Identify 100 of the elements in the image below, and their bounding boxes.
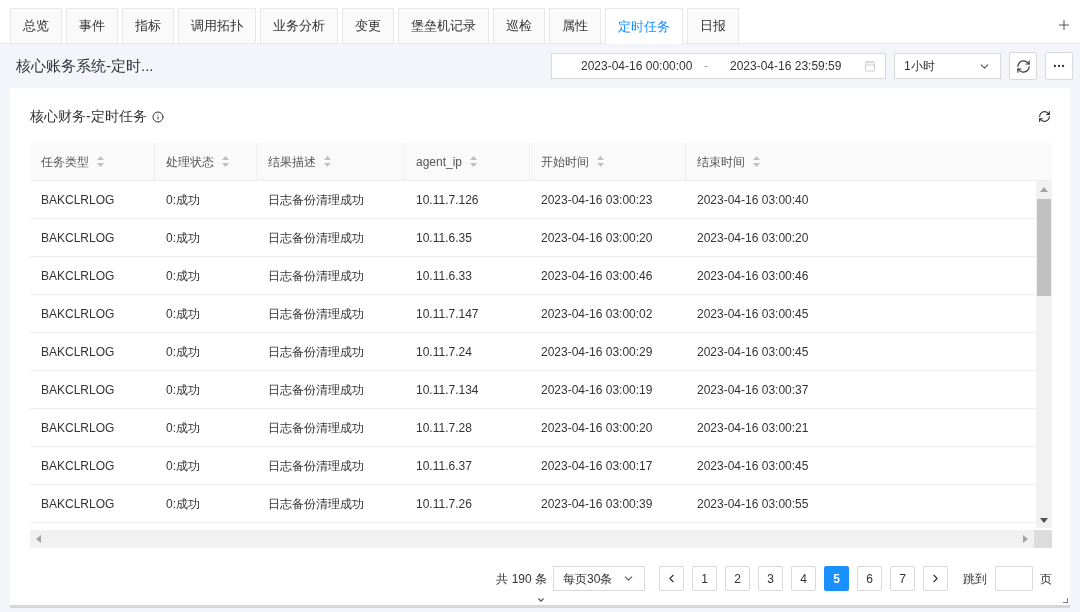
date-range-field[interactable]: 2023-04-16 00:00:00 - 2023-04-16 23:59:59	[551, 53, 886, 79]
table-cell-text: 10.11.7.147	[416, 305, 479, 323]
vertical-scrollbar[interactable]	[1036, 181, 1052, 528]
column-header: 开始时间	[541, 153, 589, 171]
table-cell-text: 日志备份清理成功	[268, 191, 364, 209]
column-header: 处理状态	[166, 153, 214, 171]
tab[interactable]: 属性	[549, 8, 601, 43]
tab[interactable]: 调用拓扑	[178, 8, 256, 43]
table-cell-text: BAKCLRLOG	[41, 191, 115, 209]
table-cell-text: 日志备份清理成功	[268, 305, 364, 323]
refresh-button[interactable]	[1009, 52, 1037, 80]
table-cell-text: 2023-04-16 03:00:37	[697, 381, 809, 399]
tab[interactable]: 堡垒机记录	[398, 8, 489, 43]
sort-icon[interactable]	[222, 156, 229, 167]
refresh-icon[interactable]	[1038, 110, 1051, 123]
tab[interactable]: 巡检	[493, 8, 545, 43]
page-button[interactable]: 3	[758, 566, 783, 591]
table-cell-text: 日志备份清理成功	[268, 229, 364, 247]
table-cell-text: 2023-04-16 03:00:39	[541, 495, 653, 513]
table-cell-text: 0:成功	[166, 343, 200, 361]
add-icon[interactable]	[1056, 17, 1072, 33]
table-cell-text: BAKCLRLOG	[41, 381, 115, 399]
page-button[interactable]: 7	[890, 566, 915, 591]
tab[interactable]: 变更	[342, 8, 394, 43]
table-cell-text: 0:成功	[166, 457, 200, 475]
table-cell-text: 2023-04-16 03:00:55	[697, 495, 809, 513]
calendar-icon[interactable]	[864, 60, 876, 72]
table-cell-text: 2023-04-16 03:00:45	[697, 457, 809, 475]
scroll-down-icon[interactable]	[1040, 518, 1048, 523]
table-cell-text: 10.11.6.33	[416, 267, 472, 285]
more-button[interactable]	[1045, 52, 1073, 80]
table-cell-text: 2023-04-16 03:00:17	[541, 457, 653, 475]
table-cell-text: 日志备份清理成功	[268, 495, 364, 513]
table-cell-text: BAKCLRLOG	[41, 267, 115, 285]
scroll-right-icon[interactable]	[1023, 535, 1028, 543]
panel-title: 核心财务-定时任务	[30, 107, 147, 126]
table-cell-text: 0:成功	[166, 381, 200, 399]
table-cell-text: 2023-04-16 03:00:46	[697, 267, 809, 285]
table-cell-text: BAKCLRLOG	[41, 419, 115, 437]
sort-icon[interactable]	[324, 156, 331, 167]
page-button[interactable]: 4	[791, 566, 816, 591]
resize-corner-icon[interactable]	[1063, 598, 1068, 603]
tab[interactable]: 业务分析	[260, 8, 338, 43]
table-cell-text: BAKCLRLOG	[41, 495, 115, 513]
scrollbar-corner	[1034, 530, 1052, 548]
table-cell-text: 日志备份清理成功	[268, 457, 364, 475]
table-cell-text: 0:成功	[166, 495, 200, 513]
table-cell-text: 2023-04-16 03:00:19	[541, 381, 653, 399]
tab[interactable]: 总览	[10, 8, 62, 43]
next-page-button[interactable]	[923, 566, 948, 591]
tab[interactable]: 指标	[122, 8, 174, 43]
page-button[interactable]: 1	[692, 566, 717, 591]
table-cell-text: 0:成功	[166, 267, 200, 285]
tab[interactable]: 日报	[687, 8, 739, 43]
sort-icon[interactable]	[597, 156, 604, 167]
column-header: 结束时间	[697, 153, 745, 171]
end-date: 2023-04-16 23:59:59	[730, 58, 842, 75]
table-cell-text: 日志备份清理成功	[268, 267, 364, 285]
page-button[interactable]: 2	[725, 566, 750, 591]
table-cell-text: BAKCLRLOG	[41, 343, 115, 361]
table-cell-text: 10.11.6.37	[416, 457, 472, 475]
table-cell-text: 10.11.7.126	[416, 191, 479, 209]
table-cell-text: 2023-04-16 03:00:02	[541, 305, 653, 323]
scrollbar-thumb[interactable]	[1037, 199, 1051, 296]
table-cell-text: 2023-04-16 03:00:45	[697, 343, 809, 361]
table-cell-text: 2023-04-16 03:00:45	[697, 305, 809, 323]
table-cell-text: 2023-04-16 03:00:20	[541, 419, 653, 437]
column-header: agent_ip	[416, 153, 463, 171]
table-cell-text: 日志备份清理成功	[268, 343, 364, 361]
table-cell-text: 0:成功	[166, 305, 200, 323]
tab[interactable]: 事件	[66, 8, 118, 43]
scroll-left-icon[interactable]	[36, 535, 41, 543]
table-cell-text: 日志备份清理成功	[268, 381, 364, 399]
previous-page-button[interactable]	[659, 566, 684, 591]
table-cell-text: 10.11.7.24	[416, 343, 472, 361]
page-size-select[interactable]: 每页30条	[553, 566, 645, 591]
column-header: 结果描述	[268, 153, 316, 171]
jump-label: 跳到	[963, 570, 987, 588]
collapse-chevron-icon[interactable]	[538, 598, 544, 602]
sort-icon[interactable]	[470, 156, 478, 167]
sort-icon[interactable]	[753, 156, 760, 167]
table-cell-text: 2023-04-16 03:00:20	[541, 229, 653, 247]
table-cell-text: 10.11.7.26	[416, 495, 472, 513]
page-unit-label: 页	[1040, 570, 1052, 588]
table-cell-text: 10.11.7.134	[416, 381, 479, 399]
scroll-up-icon[interactable]	[1040, 187, 1048, 192]
column-header: 任务类型	[41, 153, 89, 171]
table-cell-text: BAKCLRLOG	[41, 305, 115, 323]
page-button[interactable]: 6	[857, 566, 882, 591]
page-input-field[interactable]	[995, 566, 1033, 591]
refresh-icon	[1015, 58, 1031, 74]
table-cell-text: BAKCLRLOG	[41, 229, 115, 247]
interval-select[interactable]: 1小时	[894, 53, 1001, 79]
table-cell-text: 0:成功	[166, 229, 200, 247]
sort-icon[interactable]	[97, 156, 104, 167]
horizontal-scrollbar[interactable]	[30, 530, 1034, 548]
table-cell-text: 10.11.6.35	[416, 229, 472, 247]
page-title: 核心账务系统-定时...	[16, 55, 154, 76]
table-cell-text: 2023-04-16 03:00:21	[697, 419, 809, 437]
info-icon[interactable]	[151, 110, 164, 123]
